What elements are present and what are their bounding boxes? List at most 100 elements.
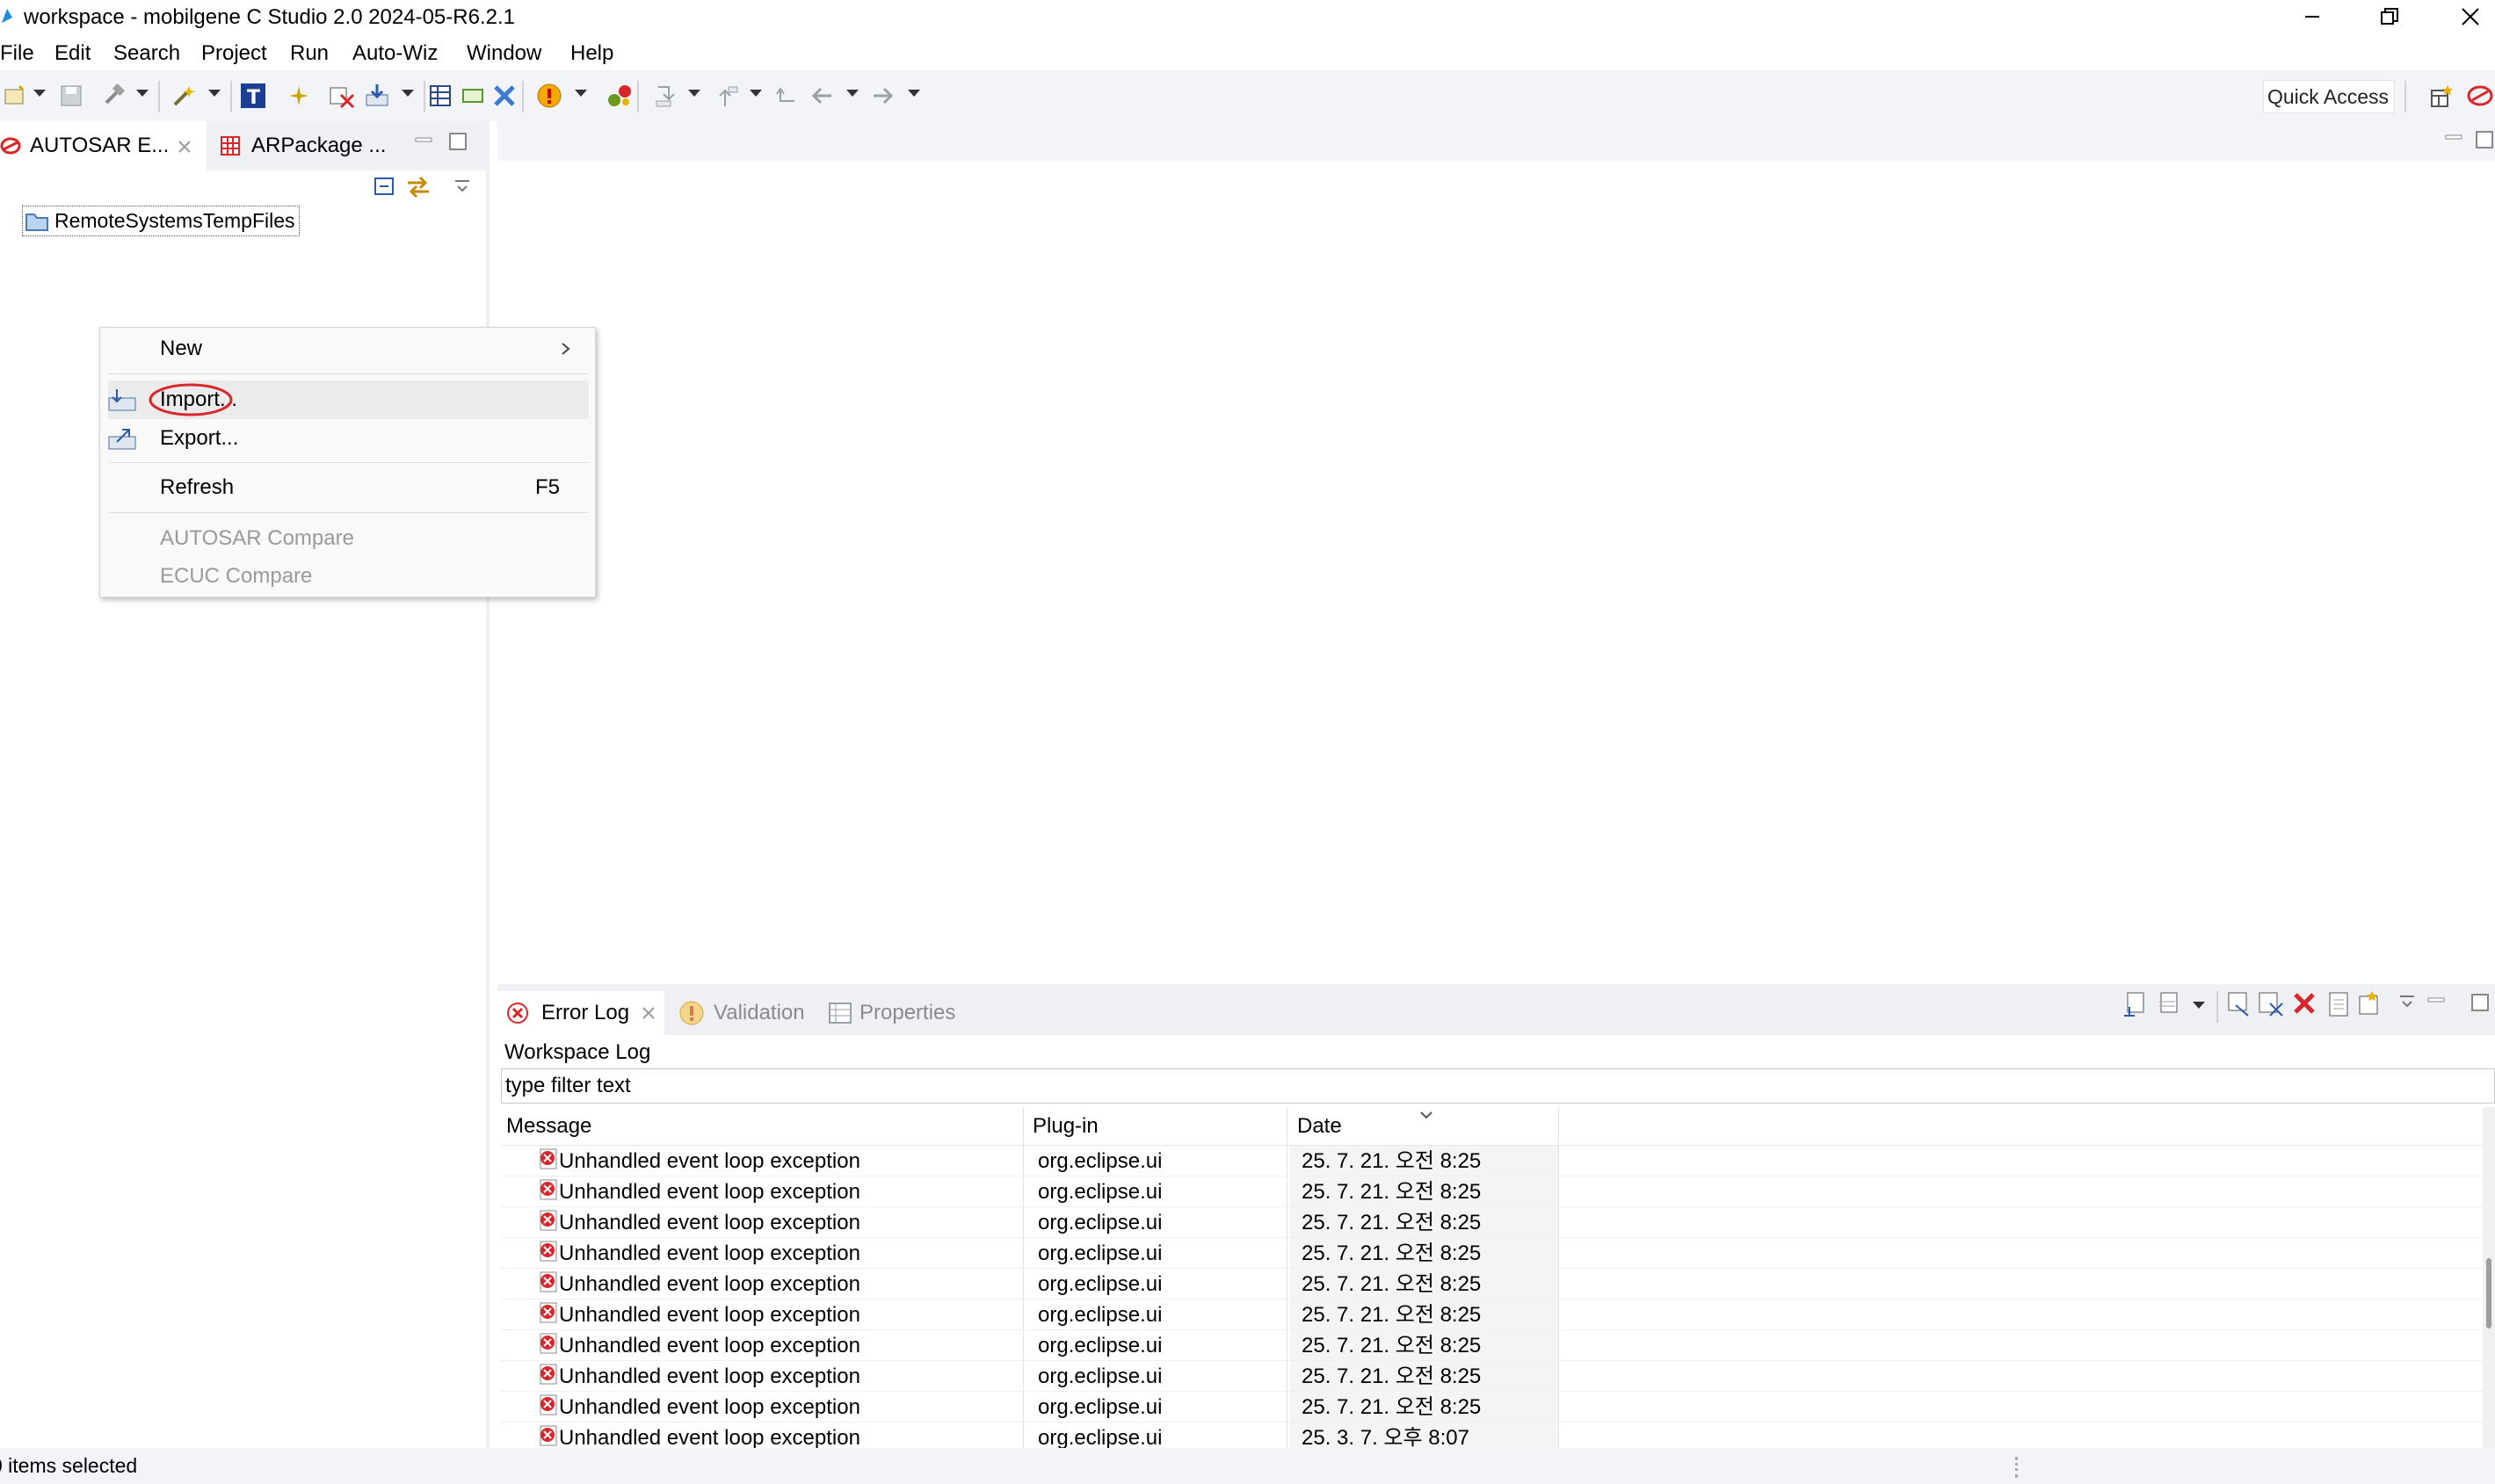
- menu-project[interactable]: Project: [201, 37, 267, 70]
- view-menu-icon[interactable]: [453, 177, 471, 195]
- close-icon: [2462, 8, 2479, 25]
- menu-edit[interactable]: Edit: [54, 37, 91, 70]
- menu-item-ecuc-compare-label: ECUC Compare: [160, 564, 313, 588]
- wand-dropdown-arrow[interactable]: [208, 90, 221, 97]
- restore-button[interactable]: [2365, 0, 2414, 33]
- warning-button[interactable]: [534, 81, 564, 111]
- menu-auto-wiz[interactable]: Auto-Wiz: [352, 37, 438, 70]
- close-button[interactable]: [2446, 0, 2495, 33]
- log-table-row[interactable]: Unhandled event loop exception org.eclips…: [501, 1361, 2495, 1392]
- menu-item-refresh[interactable]: Refresh F5: [100, 468, 595, 507]
- log-table-row[interactable]: Unhandled event loop exception org.eclips…: [501, 1299, 2495, 1330]
- panel-icon: [462, 89, 483, 103]
- log-message: Unhandled event loop exception: [559, 1365, 860, 1388]
- log-table-row[interactable]: Unhandled event loop exception org.eclips…: [501, 1392, 2495, 1422]
- menu-item-import[interactable]: Import...: [108, 380, 589, 419]
- warning-dropdown-arrow[interactable]: [575, 90, 587, 97]
- wand-button[interactable]: [169, 81, 199, 111]
- log-table-row[interactable]: Unhandled event loop exception org.eclips…: [501, 1176, 2495, 1207]
- log-table-row[interactable]: Unhandled event loop exception org.eclips…: [501, 1207, 2495, 1238]
- forward-button[interactable]: [869, 81, 899, 111]
- menu-window[interactable]: Window: [467, 37, 541, 70]
- error-icon: [540, 1394, 557, 1415]
- tools-icon: [494, 85, 515, 106]
- log-table-body: Unhandled event loop exception org.eclips…: [497, 984, 2495, 1448]
- panel-button[interactable]: [458, 81, 488, 111]
- tab-autosar-explorer-label: AUTOSAR E...: [30, 134, 170, 157]
- import-toolbar-button[interactable]: [363, 81, 393, 111]
- tab-close-icon[interactable]: [176, 138, 193, 156]
- menu-item-refresh-label: Refresh: [160, 475, 235, 499]
- export-icon: [108, 429, 136, 450]
- app-icon: [2, 9, 12, 23]
- sparkle-icon: [289, 86, 308, 105]
- log-date: 25. 7. 21. 오전 8:25: [1302, 1395, 1482, 1419]
- minimize-view-icon[interactable]: [414, 134, 433, 147]
- grid-button[interactable]: [425, 81, 455, 111]
- import-dropdown-arrow[interactable]: [402, 90, 414, 97]
- last-edit-button[interactable]: [771, 81, 801, 111]
- prev-annotation-dropdown[interactable]: [750, 90, 762, 97]
- log-table-row[interactable]: Unhandled event loop exception org.eclips…: [501, 1146, 2495, 1176]
- minimize-editor-icon[interactable]: [2444, 132, 2463, 144]
- forward-arrow-icon: [874, 87, 894, 105]
- error-icon: [540, 1179, 557, 1200]
- menu-item-export[interactable]: Export...: [100, 419, 595, 458]
- tree-item-remote-systems[interactable]: RemoteSystemsTempFiles: [22, 206, 300, 236]
- log-table-row[interactable]: Unhandled event loop exception org.eclips…: [501, 1238, 2495, 1269]
- menu-item-autosar-compare-label: AUTOSAR Compare: [160, 526, 354, 550]
- menu-item-new[interactable]: New: [100, 329, 595, 368]
- vertical-scrollbar[interactable]: [2483, 1107, 2495, 1448]
- log-plugin: org.eclipse.ui: [1038, 1334, 1163, 1357]
- error-icon: [540, 1210, 557, 1231]
- autosar-perspective-button[interactable]: [2465, 81, 2495, 111]
- build-dropdown-arrow[interactable]: [136, 90, 149, 97]
- back-dropdown-arrow[interactable]: [846, 90, 859, 97]
- new-button[interactable]: [0, 81, 30, 111]
- build-button[interactable]: [98, 81, 128, 111]
- back-button[interactable]: [806, 81, 836, 111]
- log-table-row[interactable]: Unhandled event loop exception org.eclips…: [501, 1269, 2495, 1299]
- quick-access-field[interactable]: Quick Access: [2263, 80, 2395, 113]
- tools-button[interactable]: [490, 81, 519, 111]
- open-perspective-button[interactable]: [2427, 81, 2457, 111]
- validate-button[interactable]: [327, 81, 357, 111]
- maximize-editor-icon[interactable]: [2475, 130, 2494, 149]
- back-arrow-icon: [811, 87, 831, 105]
- menu-search[interactable]: Search: [113, 37, 180, 70]
- save-button[interactable]: [56, 81, 86, 111]
- error-icon: [540, 1333, 557, 1354]
- collapse-all-icon[interactable]: [373, 174, 397, 199]
- status-bar-grip[interactable]: [2015, 1457, 2018, 1478]
- next-annotation-dropdown[interactable]: [688, 90, 700, 97]
- prev-annotation-button[interactable]: [712, 81, 742, 111]
- maximize-view-icon[interactable]: [448, 132, 468, 151]
- menu-run[interactable]: Run: [290, 37, 329, 70]
- type-button[interactable]: T: [238, 81, 268, 111]
- minimize-icon: [2305, 16, 2319, 18]
- next-annotation-button[interactable]: [650, 81, 680, 111]
- title-bar: workspace - mobilgene C Studio 2.0 2024-…: [0, 0, 2495, 35]
- import-icon: [108, 389, 136, 411]
- forward-dropdown-arrow[interactable]: [908, 90, 920, 97]
- tab-autosar-explorer[interactable]: AUTOSAR E...: [0, 121, 207, 170]
- error-log-panel: Error Log Validation Properties Workspac…: [497, 984, 2495, 1448]
- grid-icon: [430, 85, 451, 106]
- error-icon: [540, 1425, 557, 1446]
- minimize-button[interactable]: [2288, 0, 2337, 33]
- new-dropdown-arrow[interactable]: [33, 90, 46, 97]
- log-message: Unhandled event loop exception: [559, 1180, 860, 1204]
- menu-file[interactable]: File: [0, 37, 34, 70]
- log-table-row[interactable]: Unhandled event loop exception org.eclips…: [501, 1422, 2495, 1448]
- link-with-editor-icon[interactable]: [404, 172, 432, 200]
- menu-help[interactable]: Help: [570, 37, 613, 70]
- left-panel-tabbar: AUTOSAR E... ARPackage ...: [0, 121, 490, 170]
- tab-arpackage[interactable]: ARPackage ...: [215, 121, 391, 170]
- sparkle-button[interactable]: [284, 81, 314, 111]
- main-toolbar: T: [0, 70, 2495, 121]
- log-table-row[interactable]: Unhandled event loop exception org.eclips…: [501, 1330, 2495, 1361]
- scrollbar-thumb[interactable]: [2486, 1258, 2491, 1328]
- log-plugin: org.eclipse.ui: [1038, 1241, 1163, 1265]
- log-plugin: org.eclipse.ui: [1038, 1149, 1163, 1173]
- dependency-button[interactable]: [605, 81, 635, 111]
